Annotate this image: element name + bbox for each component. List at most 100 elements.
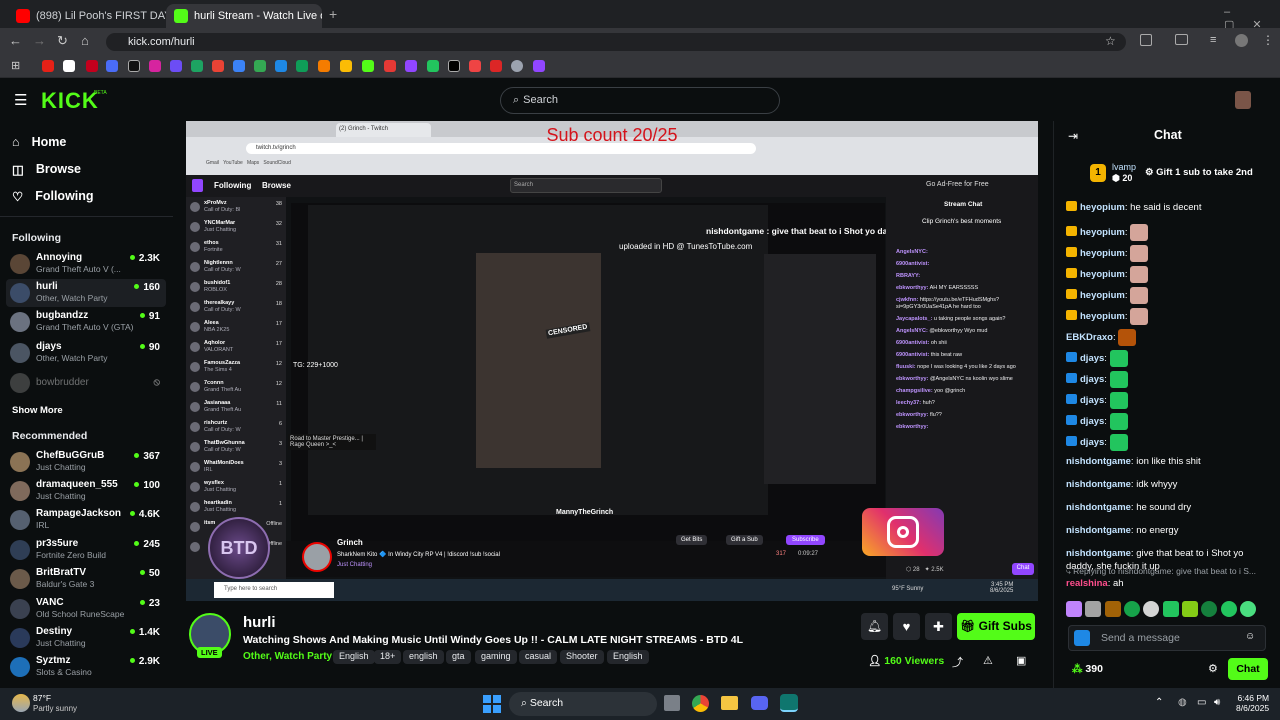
chrome-icon[interactable] <box>692 695 709 712</box>
video-player[interactable]: (2) Grinch - Twitch twitch.tv/grinch Gma… <box>186 121 1038 601</box>
network-icon[interactable]: ▭ <box>1197 697 1206 708</box>
recommended-channel[interactable]: ChefBuGGruB Just Chatting 367 <box>10 450 160 476</box>
chat-username[interactable]: nishdontgame <box>1066 548 1131 559</box>
bookmark-icon[interactable] <box>233 60 245 72</box>
taskbar-clock[interactable]: 6:46 PM 8/6/2025 <box>1236 693 1269 713</box>
chat-username[interactable]: nishdontgame <box>1066 502 1131 513</box>
chat-username[interactable]: heyopium <box>1080 269 1125 280</box>
theater-mode-icon[interactable]: ▣ <box>1016 654 1026 667</box>
bookmark-icon[interactable] <box>296 60 308 72</box>
back-icon[interactable]: ← <box>9 33 22 48</box>
media-icon[interactable]: ≡ <box>1210 34 1216 46</box>
browser-tab-youtube[interactable]: (898) Lil Pooh's FIRST DAY on W ✕ <box>8 4 166 28</box>
taskbar-search[interactable]: ⌕ Search <box>509 692 657 716</box>
weather-icon[interactable] <box>12 694 30 712</box>
tag[interactable]: gaming <box>475 650 517 664</box>
bookmark-icon[interactable] <box>318 60 330 72</box>
share-icon[interactable]: ⤴ <box>952 654 963 670</box>
extensions-icon[interactable] <box>1140 34 1152 46</box>
gift-subs-button[interactable]: 🎁︎ Gift Subs <box>957 613 1035 640</box>
apps-grid-icon[interactable]: ⊞ <box>11 59 20 72</box>
bookmark-icon[interactable] <box>191 60 203 72</box>
nav-home[interactable]: ⌂ Home <box>12 131 162 153</box>
subscribe-plus-button[interactable]: ✚ <box>925 613 952 640</box>
tag[interactable]: 18+ <box>374 650 402 664</box>
windows-start-icon[interactable] <box>483 695 501 713</box>
bookmark-icon[interactable] <box>254 60 266 72</box>
recommended-channel[interactable]: BritBratTV Baldur's Gate 3 50 <box>10 567 160 593</box>
forward-icon[interactable]: → <box>33 33 46 48</box>
sidepanel-icon[interactable] <box>1175 34 1188 45</box>
bookmark-star-icon[interactable]: ☆ <box>1105 34 1116 48</box>
bookmark-icon[interactable] <box>106 60 118 72</box>
bookmark-icon[interactable] <box>42 60 54 72</box>
bookmark-icon[interactable] <box>469 60 481 72</box>
emoji-icon[interactable]: ☺ <box>1245 631 1255 642</box>
chat-username[interactable]: EBKDraxo <box>1066 332 1113 343</box>
tag[interactable]: English <box>333 650 375 664</box>
search-input[interactable]: ⌕ Search <box>500 87 780 114</box>
globe-icon[interactable] <box>511 60 523 72</box>
chat-username[interactable]: djays <box>1080 374 1104 385</box>
chat-settings-icon[interactable]: ⚙ <box>1208 662 1218 675</box>
menu-kebab-icon[interactable]: ⋮ <box>1262 33 1274 47</box>
bookmark-icon[interactable] <box>86 60 98 72</box>
kick-bookmark-icon[interactable] <box>362 60 374 72</box>
chat-username[interactable]: djays <box>1080 395 1104 406</box>
tag[interactable]: casual <box>519 650 558 664</box>
bookmark-icon[interactable] <box>63 60 75 72</box>
recommended-channel[interactable]: RampageJackson IRL 4.6K <box>10 508 160 534</box>
nav-following[interactable]: ♡ Following <box>12 185 162 207</box>
chat-identity-icon[interactable] <box>1074 630 1090 646</box>
chat-username[interactable]: heyopium <box>1080 202 1125 213</box>
tray-chevron-icon[interactable]: ⌃ <box>1155 697 1163 708</box>
channel-points[interactable]: ⁂ 390 <box>1072 663 1103 675</box>
streamer-name[interactable]: hurli <box>243 614 276 631</box>
chat-username[interactable]: djays <box>1080 437 1104 448</box>
chat-username[interactable]: djays <box>1080 353 1104 364</box>
chat-username[interactable]: heyopium <box>1080 227 1125 238</box>
report-icon[interactable]: ⚠ <box>983 654 993 667</box>
active-app-icon[interactable] <box>780 694 798 712</box>
recommended-channel[interactable]: dramaqueen_555 Just Chatting 100 <box>10 479 160 505</box>
chat-username[interactable]: djays <box>1080 416 1104 427</box>
chat-username[interactable]: heyopium <box>1080 311 1125 322</box>
following-channel[interactable]: hurli Other, Watch Party 160 <box>10 281 160 307</box>
nav-browse[interactable]: ◫ Browse <box>12 158 162 180</box>
weather-desc[interactable]: Partly sunny <box>33 704 77 713</box>
url-field[interactable]: kick.com/hurli <box>106 33 1126 51</box>
recommended-channel[interactable]: VANC Old School RuneScape 23 <box>10 597 160 623</box>
volume-icon[interactable]: 🔊︎ <box>1214 697 1220 708</box>
kick-logo[interactable]: KICK <box>41 88 99 114</box>
reload-icon[interactable]: ↻ <box>57 33 68 49</box>
chat-username[interactable]: nishdontgame <box>1066 456 1131 467</box>
following-channel-offline[interactable]: bowbrudder ⦸ <box>10 373 160 399</box>
bookmark-icon[interactable] <box>490 60 502 72</box>
show-more-link[interactable]: Show More <box>12 405 63 416</box>
chat-input[interactable]: Send a message <box>1068 625 1266 651</box>
bookmark-icon[interactable] <box>405 60 417 72</box>
recommended-channel[interactable]: pr3s5ure Fortnite Zero Build 245 <box>10 538 160 564</box>
collapse-chat-icon[interactable]: ⇥ <box>1068 129 1078 143</box>
new-tab-icon[interactable]: + <box>329 6 337 22</box>
following-channel[interactable]: djays Other, Watch Party 90 <box>10 341 160 367</box>
tag[interactable]: Shooter <box>560 650 604 664</box>
tray-icon[interactable]: ◍ <box>1178 697 1187 708</box>
file-explorer-icon[interactable] <box>721 696 738 710</box>
bookmark-icon[interactable] <box>128 60 140 72</box>
chat-username[interactable]: nishdontgame <box>1066 525 1131 536</box>
following-channel[interactable]: Annoying Grand Theft Auto V (... 2.3K <box>10 252 160 278</box>
tag[interactable]: English <box>607 650 649 664</box>
chat-username[interactable]: nishdontgame <box>1066 479 1131 490</box>
notification-bell-button[interactable]: 🔔︎ <box>861 613 888 640</box>
bookmark-icon[interactable] <box>212 60 224 72</box>
chat-send-button[interactable]: Chat <box>1228 658 1268 680</box>
x-bookmark-icon[interactable] <box>448 60 460 72</box>
weather-temp[interactable]: 87°F <box>33 693 51 703</box>
emote-bar[interactable] <box>1066 601 1266 621</box>
chat-username[interactable]: heyopium <box>1080 248 1125 259</box>
hamburger-menu-icon[interactable]: ☰ <box>14 93 27 108</box>
browser-tab-kick[interactable]: hurli Stream - Watch Live o 🔊 ✕ <box>166 4 322 28</box>
following-channel[interactable]: bugbandzz Grand Theft Auto V (GTA) 91 <box>10 310 160 336</box>
home-icon[interactable]: ⌂ <box>81 33 89 48</box>
